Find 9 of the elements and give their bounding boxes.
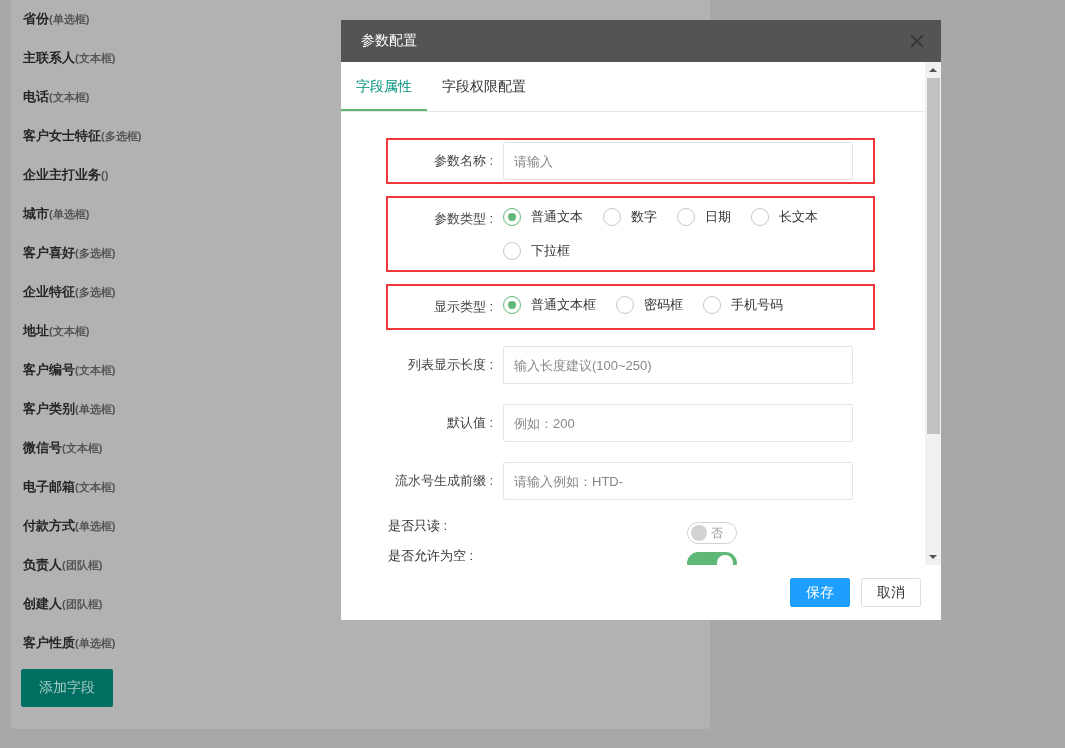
field-label: 显示类型 : [432, 298, 494, 316]
field-label: 列表显示长度 : [406, 356, 494, 374]
field-label: 参数名称 : [432, 152, 494, 170]
field-label: 是否只读 : [388, 517, 449, 535]
field-label: 是否允许为空 : [388, 547, 475, 565]
dialog-title: 参数配置 [361, 32, 417, 50]
field-label: 默认值 : [445, 414, 494, 432]
field-label: 参数类型 : [432, 210, 494, 228]
field-label: 流水号生成前缀 : [393, 472, 494, 490]
